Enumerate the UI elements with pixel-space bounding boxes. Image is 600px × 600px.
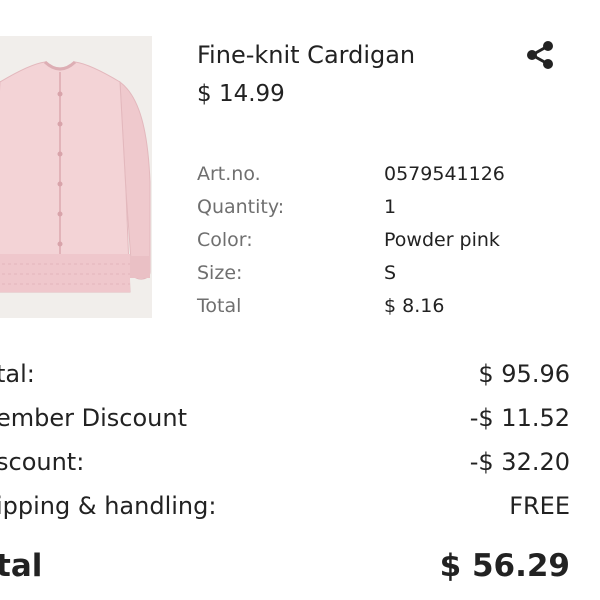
detail-value: S [384,262,397,284]
detail-label: Total [197,295,242,317]
summary-row-member-discount: ember Discount -$ 11.52 [0,400,570,444]
detail-value: $ 8.16 [384,295,445,317]
detail-label: Size: [197,262,243,284]
detail-row-quantity: Quantity: 1 [197,196,537,229]
detail-value: 1 [384,196,397,218]
total-value: $ 56.29 [439,548,570,584]
order-summary: tal: $ 95.96 ember Discount -$ 11.52 sco… [0,356,570,532]
detail-row-art-no: Art.no. 0579541126 [197,163,537,196]
product-image[interactable] [0,36,152,318]
order-total: tal $ 56.29 [0,546,570,590]
detail-row-total: Total $ 8.16 [197,295,537,328]
summary-label: ipping & handling: [0,492,217,520]
product-details: Art.no. 0579541126 Quantity: 1 Color: Po… [197,163,537,328]
detail-label: Color: [197,229,253,251]
summary-value: $ 95.96 [478,360,570,388]
summary-row-discount: scount: -$ 32.20 [0,444,570,488]
detail-value: 0579541126 [384,163,505,185]
summary-value: FREE [509,492,570,520]
summary-value: -$ 11.52 [469,404,570,432]
detail-label: Quantity: [197,196,285,218]
summary-label: tal: [0,360,35,388]
product-price: $ 14.99 [197,81,285,107]
summary-value: -$ 32.20 [469,448,570,476]
detail-value: Powder pink [384,229,500,251]
cardigan-illustration [0,60,151,293]
total-label: tal [0,548,43,584]
summary-label: scount: [0,448,85,476]
detail-row-color: Color: Powder pink [197,229,537,262]
summary-label: ember Discount [0,404,188,432]
detail-row-size: Size: S [197,262,537,295]
summary-row-shipping: ipping & handling: FREE [0,488,570,532]
share-icon[interactable] [523,38,557,72]
summary-row-subtotal: tal: $ 95.96 [0,356,570,400]
detail-label: Art.no. [197,163,261,185]
product-title[interactable]: Fine-knit Cardigan [197,41,415,69]
